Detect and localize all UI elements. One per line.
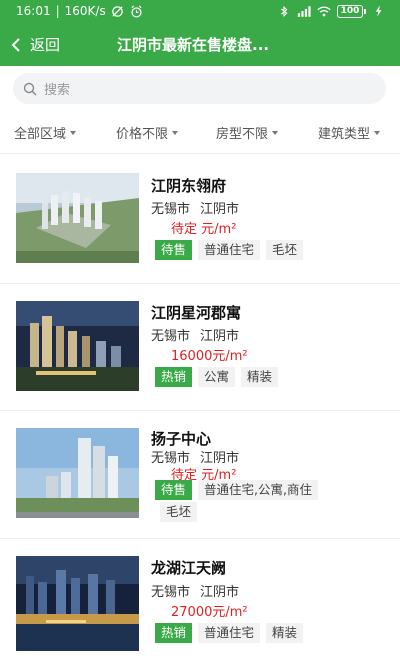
nav-bar: 返回 江阴市最新在售楼盘... <box>0 28 400 62</box>
listing-photo <box>16 301 139 391</box>
listing-location: 无锡市 江阴市 <box>151 202 240 217</box>
caret-down-icon <box>70 131 77 135</box>
filter-bar: 全部区域 价格不限 房型不限 建筑类型 <box>0 116 400 146</box>
back-button[interactable]: 返回 <box>10 34 60 55</box>
listing-name: 江阴东翎府 <box>151 177 227 195</box>
property-tag: 毛坯 <box>160 502 198 522</box>
listing-card[interactable]: 江阴星河郡寓 无锡市 江阴市 16000元/m² 热销 公寓 精装 <box>0 283 400 411</box>
battery-level: 100 <box>337 4 363 18</box>
listing-name: 扬子中心 <box>151 430 212 448</box>
battery-icon: 100 <box>337 4 366 18</box>
listing-photo <box>16 173 139 263</box>
status-time: 16:01 <box>16 4 51 18</box>
wifi-icon <box>317 4 331 18</box>
network-speed: 160K/s <box>64 4 106 18</box>
filter-building-type[interactable]: 建筑类型 <box>318 123 381 142</box>
listing-location: 无锡市 江阴市 <box>151 585 240 600</box>
filter-room-type[interactable]: 房型不限 <box>216 123 279 142</box>
sale-status-badge: 热销 <box>155 623 193 643</box>
chevron-left-icon <box>11 37 20 52</box>
property-tag: 精装 <box>266 623 304 643</box>
property-tag: 公寓 <box>198 367 236 387</box>
listing-tags: 待售 普通住宅,公寓,商住 <box>155 480 318 500</box>
page-title: 江阴市最新在售楼盘... <box>117 36 270 54</box>
filter-area[interactable]: 全部区域 <box>14 123 77 142</box>
listing-card[interactable]: 扬子中心 无锡市 江阴市 待定 元/m² 待售 普通住宅,公寓,商住 毛坯 <box>0 410 400 538</box>
caret-down-icon <box>374 131 381 135</box>
search-input[interactable]: 搜索 <box>13 73 386 104</box>
listing-tags: 待售 普通住宅 毛坯 <box>155 240 304 260</box>
listing-price: 27000元/m² <box>171 605 248 620</box>
search-placeholder: 搜索 <box>44 83 71 98</box>
sale-status-badge: 热销 <box>155 367 193 387</box>
listing-card[interactable]: 龙湖江天阙 无锡市 江阴市 27000元/m² 热销 普通住宅 精装 <box>0 538 400 666</box>
listing-location: 无锡市 江阴市 <box>151 329 240 344</box>
listing-card[interactable]: 江阴东翎府 无锡市 江阴市 待定 元/m² 待售 普通住宅 毛坯 <box>0 155 400 283</box>
listing-tags: 热销 普通住宅 精装 <box>155 623 304 643</box>
property-tag: 毛坯 <box>266 240 304 260</box>
sale-status-badge: 待售 <box>155 240 193 260</box>
listing-name: 江阴星河郡寓 <box>151 304 242 322</box>
listing-price: 待定 元/m² <box>171 222 237 237</box>
signal-icon <box>297 4 311 18</box>
caret-down-icon <box>272 131 279 135</box>
listing-photo <box>16 556 139 651</box>
divider <box>0 153 400 154</box>
charging-icon <box>372 4 386 18</box>
listing-name: 龙湖江天阙 <box>151 559 227 577</box>
property-tag: 精装 <box>241 367 279 387</box>
bluetooth-icon <box>277 4 291 18</box>
caret-down-icon <box>172 131 179 135</box>
top-bar: 16:01 | 160K/s 100 返回 江阴市最新在售楼盘... <box>0 0 400 66</box>
search-icon <box>23 82 37 96</box>
property-tag: 普通住宅 <box>198 623 261 643</box>
filter-price[interactable]: 价格不限 <box>116 123 179 142</box>
listing-price: 16000元/m² <box>171 349 248 364</box>
alarm-icon <box>130 4 144 18</box>
back-label: 返回 <box>30 36 61 54</box>
property-tag: 普通住宅,公寓,商住 <box>198 480 318 500</box>
data-saver-icon <box>111 4 125 18</box>
listing-photo <box>16 428 139 518</box>
listing-tags-extra: 毛坯 <box>160 502 198 522</box>
status-bar: 16:01 | 160K/s 100 <box>0 0 400 24</box>
listing-tags: 热销 公寓 精装 <box>155 367 279 387</box>
property-tag: 普通住宅 <box>198 240 261 260</box>
sale-status-badge: 待售 <box>155 480 193 500</box>
